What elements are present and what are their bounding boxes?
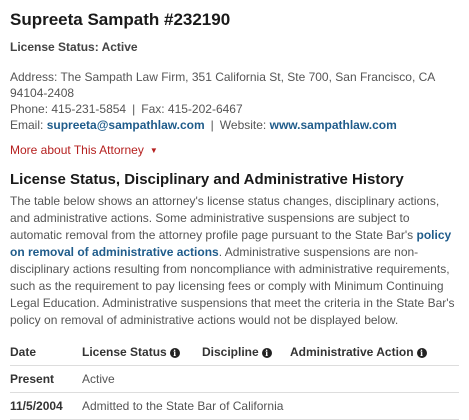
email-website-row: Email: supreeta@sampathlaw.com | Website: … (10, 117, 459, 133)
header-discipline: Discipline i (202, 339, 290, 366)
more-about-attorney-toggle[interactable]: More about This Attorney ▼ (10, 143, 158, 158)
header-administrative-action: Administrative Action i (290, 339, 459, 366)
table-row: 11/5/2004 Admitted to the State Bar of C… (10, 392, 459, 420)
email-link[interactable]: supreeta@sampathlaw.com (47, 118, 205, 132)
row-date: Present (10, 365, 82, 393)
info-circle-icon[interactable]: i (261, 347, 272, 358)
header-date: Date (10, 339, 82, 366)
attorney-name: Supreeta Sampath #232190 (10, 10, 231, 29)
website-label: Website: (219, 118, 267, 132)
history-heading: License Status, Disciplinary and Adminis… (10, 171, 404, 188)
fax: Fax: 415-202-6467 (141, 102, 243, 116)
phone-fax-row: Phone: 415-231-5854 | Fax: 415-202-6467 (10, 101, 459, 117)
header-license-status: License Status i (82, 339, 202, 366)
info-circle-icon[interactable]: i (169, 347, 180, 358)
row-administrative-action (290, 365, 459, 393)
email-label: Email: (10, 118, 44, 132)
row-license-status: Active (82, 365, 202, 393)
row-date: 11/5/2004 (10, 392, 82, 420)
history-description: The table below shows an attorney's lice… (10, 193, 459, 329)
description-text: The table below shows an attorney's lice… (10, 194, 440, 242)
website-link[interactable]: www.sampathlaw.com (270, 118, 397, 132)
contact-info: Address: The Sampath Law Firm, 351 Calif… (10, 69, 459, 133)
table-header-row: Date License Status i Discipline i Adminis… (10, 339, 459, 366)
row-discipline (202, 365, 290, 393)
phone: Phone: 415-231-5854 (10, 102, 127, 116)
separator: | (210, 118, 214, 132)
info-circle-icon[interactable]: i (416, 347, 427, 358)
row-license-status: Admitted to the State Bar of California (82, 392, 459, 420)
more-about-label: More about This Attorney (10, 143, 144, 157)
license-history-table: Date License Status i Discipline i Adminis… (10, 339, 459, 420)
attorney-profile: Supreeta Sampath #232190 License Status:… (0, 0, 469, 420)
license-status: License Status: Active (10, 40, 138, 54)
table-row: Present Active (10, 365, 459, 393)
separator: | (132, 102, 136, 116)
caret-down-icon: ▼ (149, 146, 158, 155)
address: Address: The Sampath Law Firm, 351 Calif… (10, 70, 435, 100)
